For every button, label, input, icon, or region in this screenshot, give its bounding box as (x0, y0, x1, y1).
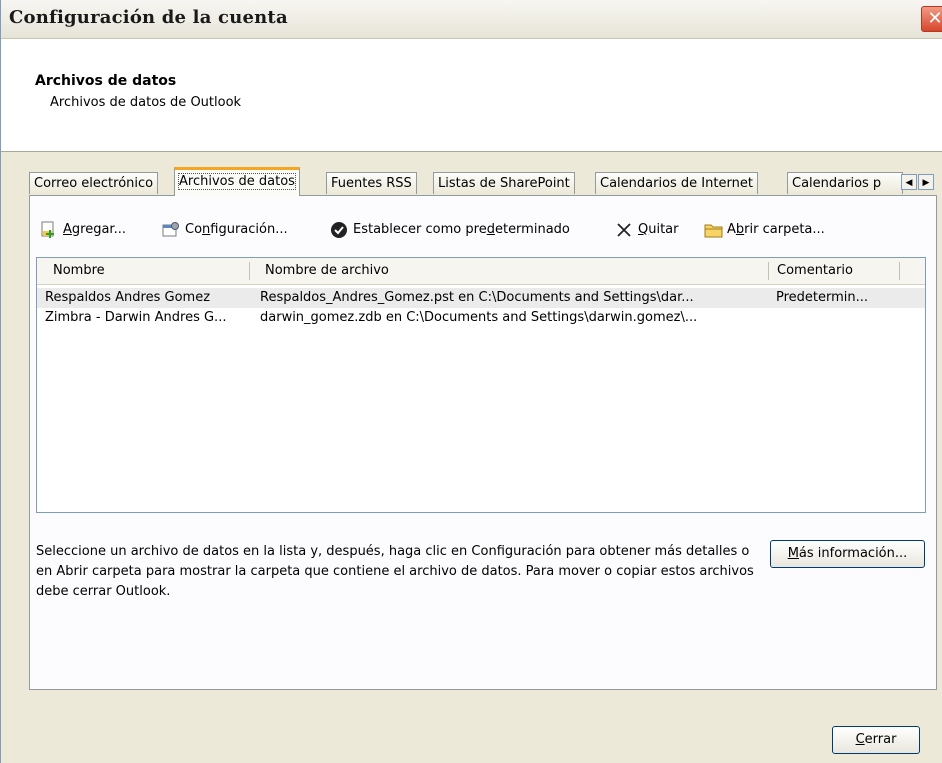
remove-button[interactable]: Quitar (615, 218, 679, 242)
open-folder-label-post: rir carpeta... (744, 222, 825, 237)
tab-scroll-left-icon[interactable]: ◀ (901, 174, 917, 190)
header-title: Archivos de datos (35, 73, 177, 89)
column-header-name[interactable]: Nombre (53, 258, 105, 284)
list-header: Nombre Nombre de archivo Comentario (37, 258, 925, 285)
set-default-label-post: eterminado (494, 222, 570, 237)
add-label-accel: A (63, 222, 72, 237)
set-default-label-pre: Establecer como pre (353, 222, 487, 237)
data-files-list[interactable]: Nombre Nombre de archivo Comentario Resp… (36, 257, 926, 513)
tab-panel: Agregar... Configuración... Establecer c… (29, 195, 937, 690)
close-label-post: errar (864, 732, 897, 747)
cell-file: Respaldos_Andres_Gomez.pst en C:\Documen… (260, 290, 694, 305)
column-header-comment[interactable]: Comentario (777, 258, 853, 284)
settings-label-post: figuración... (210, 222, 288, 237)
header-panel: Archivos de datos Archivos de datos de O… (1, 39, 942, 152)
title-bar: Configuración de la cuenta ✕ (1, 0, 942, 39)
cell-comment: Predetermin... (776, 290, 869, 305)
tab-internet-calendars[interactable]: Calendarios de Internet (595, 172, 758, 194)
x-icon (615, 221, 633, 239)
cell-name: Zimbra - Darwin Andres G... (45, 310, 227, 325)
tab-label: Correo electrónico (34, 176, 154, 191)
open-folder-label-accel: b (735, 222, 745, 237)
checkmark-icon (330, 221, 348, 239)
settings-icon (162, 221, 180, 239)
tab-sharepoint-lists[interactable]: Listas de SharePoint (433, 172, 575, 194)
column-divider[interactable] (249, 262, 250, 280)
info-description: Seleccione un archivo de datos en la lis… (36, 544, 754, 599)
toolbar: Agregar... Configuración... Establecer c… (40, 218, 930, 242)
set-default-label-accel: d (486, 222, 495, 237)
close-window-button[interactable]: ✕ (921, 6, 942, 32)
settings-button[interactable]: Configuración... (162, 218, 288, 242)
folder-icon (704, 221, 723, 239)
column-header-file[interactable]: Nombre de archivo (265, 258, 389, 284)
tab-label: Fuentes RSS (331, 176, 412, 191)
close-label-accel: C (855, 732, 865, 747)
open-folder-label-pre: A (727, 222, 736, 237)
cell-file: darwin_gomez.zdb en C:\Documents and Set… (260, 310, 698, 325)
set-default-button[interactable]: Establecer como predeterminado (330, 218, 570, 242)
add-button[interactable]: Agregar... (40, 218, 126, 242)
add-file-icon (40, 221, 58, 239)
add-label-post: gregar... (71, 222, 126, 237)
cell-name: Respaldos Andres Gomez (45, 290, 211, 305)
tab-label: Calendarios p (792, 176, 882, 191)
column-divider[interactable] (768, 262, 769, 280)
column-divider[interactable] (899, 262, 900, 280)
close-button[interactable]: Cerrar (832, 726, 920, 754)
more-info-button[interactable]: Más información... (770, 540, 925, 568)
window-title: Configuración de la cuenta (9, 7, 288, 28)
tab-label: Archivos de datos (178, 173, 296, 190)
settings-label-pre: Co (185, 222, 203, 237)
tab-data-files[interactable]: Archivos de datos (174, 167, 300, 196)
tab-strip: Correo electrónico Archivos de datos Fue… (29, 166, 942, 196)
tab-rss-feeds[interactable]: Fuentes RSS (326, 172, 417, 194)
tab-published-calendars[interactable]: Calendarios p (787, 172, 903, 194)
tab-label: Calendarios de Internet (600, 176, 753, 191)
header-subtitle: Archivos de datos de Outlook (50, 95, 242, 110)
tab-scroll-right-icon[interactable]: ▶ (918, 174, 934, 190)
tab-email[interactable]: Correo electrónico (29, 172, 159, 194)
open-folder-button[interactable]: Abrir carpeta... (704, 218, 825, 242)
more-info-label-accel: M (787, 546, 799, 561)
remove-label-accel: Q (638, 222, 649, 237)
table-row[interactable]: Respaldos Andres Gomez Respaldos_Andres_… (37, 288, 925, 308)
remove-label-post: uitar (648, 222, 679, 237)
tab-label: Listas de SharePoint (438, 176, 570, 191)
account-settings-window: Configuración de la cuenta ✕ Archivos de… (0, 0, 942, 763)
table-row[interactable]: Zimbra - Darwin Andres G... darwin_gomez… (37, 308, 925, 328)
more-info-label-post: ás información... (798, 546, 908, 561)
